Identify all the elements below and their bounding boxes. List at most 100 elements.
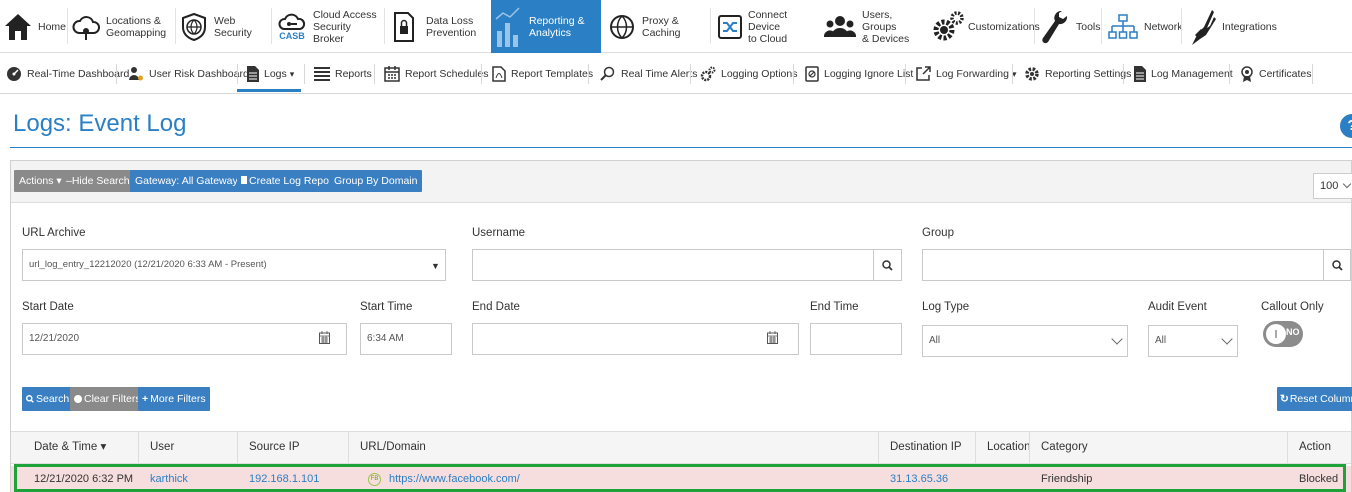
start-time-input[interactable]: 6:34 AM: [360, 323, 452, 355]
users-icon: [824, 13, 856, 41]
clear-filters-button[interactable]: Clear Filters: [70, 387, 145, 411]
cell-destination-ip[interactable]: 31.13.65.36: [878, 466, 948, 492]
end-date-input[interactable]: [472, 323, 799, 355]
search-icon: [882, 259, 893, 271]
log-type-select[interactable]: All: [922, 325, 1128, 357]
subnav-log-management[interactable]: Log Management: [1134, 54, 1233, 94]
chevron-down-icon: [1342, 179, 1352, 189]
search-button[interactable]: Search: [22, 387, 74, 411]
subnav-report-templates[interactable]: Report Templates: [492, 54, 593, 94]
nav-customizations[interactable]: Customizations: [932, 0, 1040, 53]
nav-home[interactable]: Home: [4, 0, 66, 53]
column-destination-ip[interactable]: Destination IP: [878, 432, 962, 463]
cell-date-time: 12/21/2020 6:32 PM: [34, 473, 134, 485]
refresh-icon: ↻: [1280, 393, 1289, 405]
dashboard-icon: [6, 66, 22, 82]
url-archive-label: URL Archive: [22, 227, 86, 239]
group-input[interactable]: [922, 249, 1351, 281]
chevron-down-icon: ▾: [289, 68, 295, 79]
calendar-icon[interactable]: [319, 331, 330, 347]
search-icon: [1332, 259, 1343, 271]
group-by-domain-button[interactable]: Group By Domain: [329, 170, 423, 192]
subnav-reporting-settings[interactable]: Reporting Settings: [1024, 54, 1131, 94]
nav-network[interactable]: Network: [1108, 0, 1183, 53]
cogs-icon: [700, 66, 716, 82]
plug-icon: [1186, 7, 1216, 47]
username-search-button[interactable]: [873, 249, 901, 281]
user-risk-icon: [128, 66, 144, 82]
username-input[interactable]: [472, 249, 902, 281]
nav-web-security[interactable]: Web Security: [180, 0, 270, 53]
subnav-reports[interactable]: Reports: [314, 54, 372, 94]
subnav-logging-options[interactable]: Logging Options: [700, 54, 797, 94]
page-size-select[interactable]: 100: [1313, 173, 1352, 199]
forward-icon: [915, 66, 931, 82]
group-label: Group: [922, 227, 954, 239]
lock-document-icon: [392, 11, 416, 43]
event-log-panel: Actions ▾ –Hide Search Gateway: All Gate…: [10, 160, 1352, 492]
start-time-label: Start Time: [360, 301, 413, 313]
cloud-pin-icon: [72, 13, 100, 41]
cell-url-domain[interactable]: FB https://www.facebook.com/: [356, 466, 520, 492]
calendar-icon[interactable]: [767, 331, 778, 347]
sub-navigation: Real-Time Dashboard User Risk Dashboard …: [0, 54, 1352, 94]
subnav-real-time-alerts[interactable]: Real Time Alerts: [600, 54, 697, 94]
reset-columns-button[interactable]: ↻Reset Columns: [1277, 387, 1352, 411]
nav-locations-geomapping[interactable]: Locations & Geomapping: [72, 0, 172, 53]
network-icon: [1108, 13, 1138, 40]
hide-search-button[interactable]: –Hide Search: [63, 170, 135, 192]
url-archive-select[interactable]: url_log_entry_12212020 (12/21/2020 6:33 …: [22, 249, 446, 281]
end-time-input[interactable]: [810, 323, 902, 355]
group-search-button[interactable]: [1323, 249, 1351, 281]
shuffle-icon: [718, 14, 742, 39]
callout-only-toggle[interactable]: NO: [1263, 321, 1303, 347]
column-location[interactable]: Location: [975, 432, 1030, 463]
nav-users-groups-devices[interactable]: Users, Groups & Devices: [824, 0, 924, 53]
nav-reporting-analytics[interactable]: Reporting & Analytics: [491, 0, 601, 53]
list-icon: [314, 67, 330, 81]
column-source-ip[interactable]: Source IP: [237, 432, 300, 463]
subnav-user-risk-dashboard[interactable]: User Risk Dashboard: [128, 54, 249, 94]
document-icon: [241, 176, 247, 184]
nav-connect-device-to-cloud[interactable]: Connect Device to Cloud: [718, 0, 818, 53]
subnav-report-schedules[interactable]: Report Schedules: [384, 54, 488, 94]
alert-search-icon: [600, 66, 616, 82]
more-filters-button[interactable]: + More Filters: [138, 387, 210, 411]
actions-button[interactable]: Actions ▾: [14, 170, 67, 192]
nav-proxy-caching[interactable]: Proxy & Caching: [608, 0, 706, 53]
create-log-report-button[interactable]: Create Log Report: [237, 170, 341, 192]
calendar-icon: [384, 66, 400, 82]
start-date-label: Start Date: [22, 301, 74, 313]
casb-icon: CASB: [277, 13, 307, 41]
subnav-real-time-dashboard[interactable]: Real-Time Dashboard: [6, 54, 129, 94]
column-user[interactable]: User: [138, 432, 174, 463]
cell-user[interactable]: karthick: [138, 466, 188, 492]
username-label: Username: [472, 227, 526, 239]
toggle-knob: [1266, 324, 1286, 344]
subnav-certificates[interactable]: Certificates: [1240, 54, 1312, 94]
column-category[interactable]: Category: [1029, 432, 1088, 463]
table-row[interactable]: 12/21/2020 6:32 PM karthick 192.168.1.10…: [11, 466, 1351, 492]
column-action[interactable]: Action: [1287, 432, 1331, 463]
facebook-icon: FB: [368, 472, 381, 486]
plus-icon: +: [142, 393, 149, 405]
top-navigation: Home Locations & Geomapping Web Security…: [0, 0, 1352, 53]
column-url-domain[interactable]: URL/Domain: [348, 432, 426, 463]
document-icon: [1134, 66, 1146, 82]
page-title: Logs: Event Log: [13, 110, 187, 137]
certificate-icon: [1240, 66, 1254, 82]
column-date-time[interactable]: Date & Time ▾: [22, 432, 106, 463]
subnav-log-forwarding[interactable]: Log Forwarding ▾: [915, 54, 1017, 94]
ignore-icon: [805, 66, 819, 82]
nav-data-loss-prevention[interactable]: Data Loss Prevention: [392, 0, 488, 53]
start-date-input[interactable]: 12/21/2020: [22, 323, 347, 355]
subnav-logging-ignore-list[interactable]: Logging Ignore List: [805, 54, 913, 94]
cell-source-ip[interactable]: 192.168.1.101: [237, 466, 319, 492]
nav-tools[interactable]: Tools: [1040, 0, 1101, 53]
subnav-logs[interactable]: Logs ▾: [237, 54, 302, 94]
search-icon: [26, 395, 34, 403]
clear-icon: [74, 395, 82, 403]
nav-integrations[interactable]: Integrations: [1186, 0, 1286, 53]
nav-cloud-access-security-broker[interactable]: CASB Cloud Access Security Broker: [277, 0, 382, 53]
help-icon[interactable]: ?: [1340, 114, 1352, 138]
